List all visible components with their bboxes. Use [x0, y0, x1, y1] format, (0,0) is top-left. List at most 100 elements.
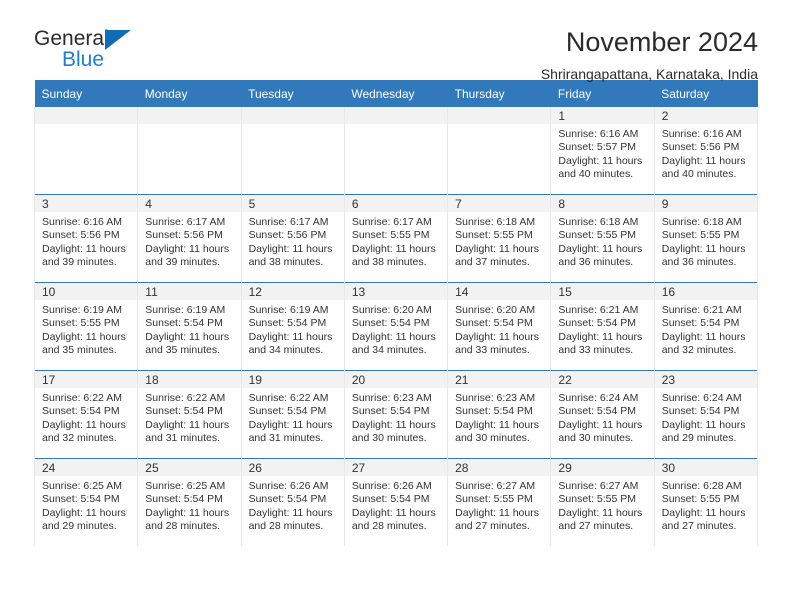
- sunrise-text: Sunrise: 6:18 AM: [661, 216, 742, 228]
- calendar-week-row: 17 Sunrise: 6:22 AM Sunset: 5:54 PM Dayligh…: [33, 370, 759, 459]
- daylight-text: Daylight: 11 hours and 32 minutes.: [42, 418, 126, 445]
- calendar-day-cell[interactable]: 28 Sunrise: 6:27 AM Sunset: 5:55 PM Dayligh…: [447, 458, 552, 546]
- sunset-text: Sunset: 5:56 PM: [661, 141, 740, 154]
- calendar-day-cell[interactable]: 7 Sunrise: 6:18 AM Sunset: 5:55 PM Daylight…: [447, 194, 552, 283]
- calendar-day-cell[interactable]: 23 Sunrise: 6:24 AM Sunset: 5:54 PM Dayligh…: [653, 370, 759, 459]
- day-details: Sunrise: 6:22 AM Sunset: 5:54 PM Daylight:…: [242, 388, 344, 446]
- day-number: 28: [448, 459, 551, 476]
- calendar-table: Sunday Monday Tuesday Wednesday Thursday Frid…: [33, 80, 759, 546]
- day-number: 19: [241, 371, 344, 388]
- day-details: Sunrise: 6:16 AM Sunset: 5:57 PM Daylight:…: [551, 124, 653, 182]
- daylight-text: Daylight: 11 hours and 33 minutes.: [558, 330, 643, 357]
- day-details: Sunrise: 6:20 AM Sunset: 5:54 PM Daylight:…: [345, 300, 447, 358]
- calendar-cell-empty: [343, 107, 449, 195]
- sunset-text: Sunset: 5:54 PM: [42, 493, 120, 506]
- sunrise-text: Sunrise: 6:24 AM: [558, 392, 639, 404]
- day-details: Sunrise: 6:22 AM Sunset: 5:54 PM Daylight:…: [138, 388, 240, 446]
- day-number: 22: [551, 371, 654, 388]
- sunset-text: Sunset: 5:54 PM: [558, 405, 637, 418]
- calendar-week-row: 10 Sunrise: 6:19 AM Sunset: 5:55 PM Dayligh…: [33, 282, 759, 371]
- calendar-day-cell[interactable]: 11 Sunrise: 6:19 AM Sunset: 5:54 PM Dayligh…: [137, 282, 242, 371]
- sunset-text: Sunset: 5:54 PM: [248, 493, 327, 506]
- day-details: Sunrise: 6:27 AM Sunset: 5:55 PM Daylight:…: [551, 476, 653, 534]
- calendar-day-cell[interactable]: 4 Sunrise: 6:17 AM Sunset: 5:56 PM Daylight…: [137, 194, 242, 283]
- day-details: Sunrise: 6:25 AM Sunset: 5:54 PM Daylight:…: [138, 476, 240, 534]
- calendar-day-cell[interactable]: 8 Sunrise: 6:18 AM Sunset: 5:55 PM Daylight…: [550, 194, 655, 283]
- sunset-text: Sunset: 5:57 PM: [558, 141, 637, 154]
- day-details: Sunrise: 6:19 AM Sunset: 5:54 PM Daylight:…: [242, 300, 344, 358]
- calendar-day-cell[interactable]: 3 Sunrise: 6:16 AM Sunset: 5:56 PM Daylight…: [33, 194, 139, 283]
- weekday-header-wednesday: Wednesday: [344, 80, 448, 107]
- logo-text-blue: Blue: [62, 48, 105, 71]
- sunset-text: Sunset: 5:54 PM: [558, 317, 637, 330]
- calendar-day-cell[interactable]: 20 Sunrise: 6:23 AM Sunset: 5:54 PM Dayligh…: [343, 370, 449, 459]
- calendar-day-cell[interactable]: 18 Sunrise: 6:22 AM Sunset: 5:54 PM Dayligh…: [137, 370, 242, 459]
- calendar-day-cell[interactable]: 6 Sunrise: 6:17 AM Sunset: 5:55 PM Daylight…: [343, 194, 449, 283]
- calendar-day-cell[interactable]: 13 Sunrise: 6:20 AM Sunset: 5:54 PM Dayligh…: [343, 282, 449, 371]
- sunrise-text: Sunrise: 6:18 AM: [455, 216, 536, 228]
- sunrise-text: Sunrise: 6:22 AM: [248, 392, 329, 404]
- calendar-header-row: Sunday Monday Tuesday Wednesday Thursday Frid…: [34, 80, 758, 107]
- day-details: Sunrise: 6:21 AM Sunset: 5:54 PM Daylight:…: [551, 300, 653, 358]
- daylight-text: Daylight: 11 hours and 40 minutes.: [558, 154, 643, 181]
- weekday-header-friday: Friday: [550, 80, 655, 107]
- sunrise-text: Sunrise: 6:27 AM: [455, 480, 536, 492]
- calendar-day-cell[interactable]: 30 Sunrise: 6:28 AM Sunset: 5:55 PM Dayligh…: [653, 458, 759, 546]
- calendar-day-cell[interactable]: 26 Sunrise: 6:26 AM Sunset: 5:54 PM Dayligh…: [240, 458, 345, 546]
- day-number: [138, 107, 241, 124]
- weekday-header-monday: Monday: [137, 80, 242, 107]
- day-number: 14: [448, 283, 551, 300]
- day-number: 1: [551, 107, 654, 124]
- calendar-day-cell[interactable]: 22 Sunrise: 6:24 AM Sunset: 5:54 PM Dayligh…: [550, 370, 655, 459]
- calendar-day-cell[interactable]: 25 Sunrise: 6:25 AM Sunset: 5:54 PM Dayligh…: [137, 458, 242, 546]
- sunset-text: Sunset: 5:54 PM: [248, 405, 327, 418]
- day-details: Sunrise: 6:23 AM Sunset: 5:54 PM Daylight:…: [448, 388, 550, 446]
- sunrise-text: Sunrise: 6:17 AM: [248, 216, 329, 228]
- day-details: Sunrise: 6:18 AM Sunset: 5:55 PM Daylight:…: [655, 212, 757, 270]
- daylight-text: Daylight: 11 hours and 31 minutes.: [248, 418, 333, 445]
- calendar-day-cell[interactable]: 10 Sunrise: 6:19 AM Sunset: 5:55 PM Dayligh…: [33, 282, 139, 371]
- sunrise-text: Sunrise: 6:20 AM: [455, 304, 536, 316]
- day-details: Sunrise: 6:17 AM Sunset: 5:56 PM Daylight:…: [138, 212, 240, 270]
- day-number: 12: [241, 283, 344, 300]
- sunrise-text: Sunrise: 6:26 AM: [351, 480, 432, 492]
- daylight-text: Daylight: 11 hours and 39 minutes.: [145, 242, 230, 269]
- daylight-text: Daylight: 11 hours and 28 minutes.: [351, 506, 436, 533]
- calendar-cell-empty: [137, 107, 242, 195]
- daylight-text: Daylight: 11 hours and 27 minutes.: [558, 506, 643, 533]
- day-number: 2: [654, 107, 757, 124]
- day-number: 6: [344, 195, 448, 212]
- calendar-day-cell[interactable]: 15 Sunrise: 6:21 AM Sunset: 5:54 PM Dayligh…: [550, 282, 655, 371]
- calendar-day-cell[interactable]: 21 Sunrise: 6:23 AM Sunset: 5:54 PM Dayligh…: [447, 370, 552, 459]
- day-details: Sunrise: 6:21 AM Sunset: 5:54 PM Daylight:…: [655, 300, 757, 358]
- calendar-day-cell[interactable]: 14 Sunrise: 6:20 AM Sunset: 5:54 PM Dayligh…: [447, 282, 552, 371]
- daylight-text: Daylight: 11 hours and 27 minutes.: [455, 506, 539, 533]
- calendar-day-cell[interactable]: 16 Sunrise: 6:21 AM Sunset: 5:54 PM Dayligh…: [653, 282, 759, 371]
- calendar-day-cell[interactable]: 27 Sunrise: 6:26 AM Sunset: 5:54 PM Dayligh…: [343, 458, 449, 546]
- weekday-header-thursday: Thursday: [447, 80, 551, 107]
- daylight-text: Daylight: 11 hours and 38 minutes.: [351, 242, 436, 269]
- day-number: 5: [241, 195, 344, 212]
- day-number: 29: [551, 459, 654, 476]
- calendar-day-cell[interactable]: 9 Sunrise: 6:18 AM Sunset: 5:55 PM Daylight…: [653, 194, 759, 283]
- day-number: 30: [654, 459, 757, 476]
- weekday-header-saturday: Saturday: [654, 80, 758, 107]
- day-details: Sunrise: 6:19 AM Sunset: 5:55 PM Daylight:…: [35, 300, 137, 358]
- calendar-day-cell[interactable]: 12 Sunrise: 6:19 AM Sunset: 5:54 PM Dayligh…: [240, 282, 345, 371]
- daylight-text: Daylight: 11 hours and 31 minutes.: [145, 418, 230, 445]
- sunrise-text: Sunrise: 6:25 AM: [42, 480, 122, 492]
- sunrise-text: Sunrise: 6:21 AM: [661, 304, 742, 316]
- sunrise-text: Sunrise: 6:17 AM: [351, 216, 432, 228]
- calendar-day-cell[interactable]: 1 Sunrise: 6:16 AM Sunset: 5:57 PM Daylight…: [550, 107, 655, 195]
- generalblue-logo[interactable]: General Blue: [34, 26, 144, 74]
- calendar-day-cell[interactable]: 2 Sunrise: 6:16 AM Sunset: 5:56 PM Daylight…: [653, 107, 759, 195]
- calendar-day-cell[interactable]: 19 Sunrise: 6:22 AM Sunset: 5:54 PM Dayligh…: [240, 370, 345, 459]
- calendar-day-cell[interactable]: 29 Sunrise: 6:27 AM Sunset: 5:55 PM Dayligh…: [550, 458, 655, 546]
- calendar-day-cell[interactable]: 17 Sunrise: 6:22 AM Sunset: 5:54 PM Dayligh…: [33, 370, 139, 459]
- daylight-text: Daylight: 11 hours and 36 minutes.: [661, 242, 746, 269]
- day-details: Sunrise: 6:24 AM Sunset: 5:54 PM Daylight:…: [551, 388, 653, 446]
- sunset-text: Sunset: 5:54 PM: [42, 405, 120, 418]
- daylight-text: Daylight: 11 hours and 32 minutes.: [661, 330, 746, 357]
- calendar-day-cell[interactable]: 24 Sunrise: 6:25 AM Sunset: 5:54 PM Dayligh…: [33, 458, 139, 546]
- calendar-day-cell[interactable]: 5 Sunrise: 6:17 AM Sunset: 5:56 PM Daylight…: [240, 194, 345, 283]
